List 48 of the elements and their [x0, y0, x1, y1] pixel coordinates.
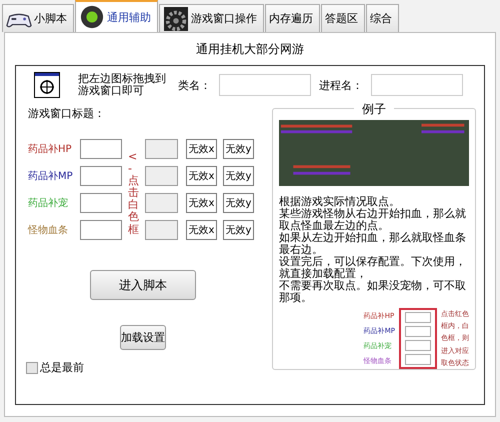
x-button[interactable]: 无效x	[186, 139, 217, 159]
example-text: 某些游戏怪物从右边开始扣血，那么就取点怪血最左边的点。	[279, 208, 467, 232]
class-name-field[interactable]	[219, 74, 311, 96]
y-button[interactable]: 无效y	[223, 166, 254, 186]
checkbox-label: 总是最前	[40, 360, 84, 375]
tab[interactable]: 综合	[366, 4, 399, 32]
color-swatch	[145, 139, 178, 159]
color-swatch	[145, 193, 178, 213]
pick-field[interactable]	[80, 139, 122, 159]
pick-field[interactable]	[80, 166, 122, 186]
tab[interactable]: 内存遍历	[265, 4, 320, 32]
row-label: 怪物血条	[28, 224, 69, 237]
orb-icon	[79, 5, 105, 29]
process-label: 进程名：	[319, 78, 363, 92]
gear-icon	[163, 6, 189, 30]
drag-hint: 把左边图标拖拽到游戏窗口即可	[78, 73, 167, 97]
row-label: 药品补宠	[28, 196, 69, 210]
checkbox[interactable]	[26, 362, 38, 374]
highlight-frame	[399, 308, 437, 369]
tab[interactable]: 游戏窗口操作	[159, 4, 264, 32]
x-button[interactable]: 无效x	[186, 166, 217, 186]
row-label: 药品补HP	[28, 142, 73, 156]
crosshair-window-icon[interactable]	[34, 72, 60, 98]
example-title: 例子	[354, 101, 394, 118]
tab[interactable]: 通用辅助	[75, 0, 158, 32]
panel-title: 通用挂机大部分网游	[195, 41, 305, 58]
pick-field[interactable]	[80, 220, 122, 240]
example-text: 设置完后，可以保存配置。下次使用，就直接加载配置，	[279, 256, 467, 280]
pick-field[interactable]	[80, 193, 122, 213]
x-button[interactable]: 无效x	[186, 193, 217, 213]
color-swatch	[145, 166, 178, 186]
process-name-field[interactable]	[371, 74, 463, 96]
color-swatch	[145, 220, 178, 240]
y-button[interactable]: 无效y	[223, 193, 254, 213]
class-label: 类名：	[178, 78, 211, 92]
enter-script-button[interactable]: 进入脚本	[90, 270, 196, 300]
example-text: 如果从左边开始扣血，那么就取怪血条最右边。	[279, 232, 467, 256]
y-button[interactable]: 无效y	[223, 139, 254, 159]
example-text: 不需要再次取点。如果没宠物，可不取那项。	[279, 280, 467, 304]
side-note: <-点击白色框	[128, 149, 139, 238]
x-button[interactable]: 无效x	[186, 220, 217, 240]
window-title-label: 游戏窗口标题：	[28, 106, 106, 121]
tab[interactable]: 答题区	[321, 4, 365, 32]
row-label: 药品补MP	[28, 170, 74, 183]
y-button[interactable]: 无效y	[223, 220, 254, 240]
example-text: 根据游戏实际情况取点。	[279, 196, 401, 208]
load-settings-button[interactable]: 加载设置	[120, 325, 166, 350]
tab[interactable]: 小脚本	[2, 4, 74, 32]
